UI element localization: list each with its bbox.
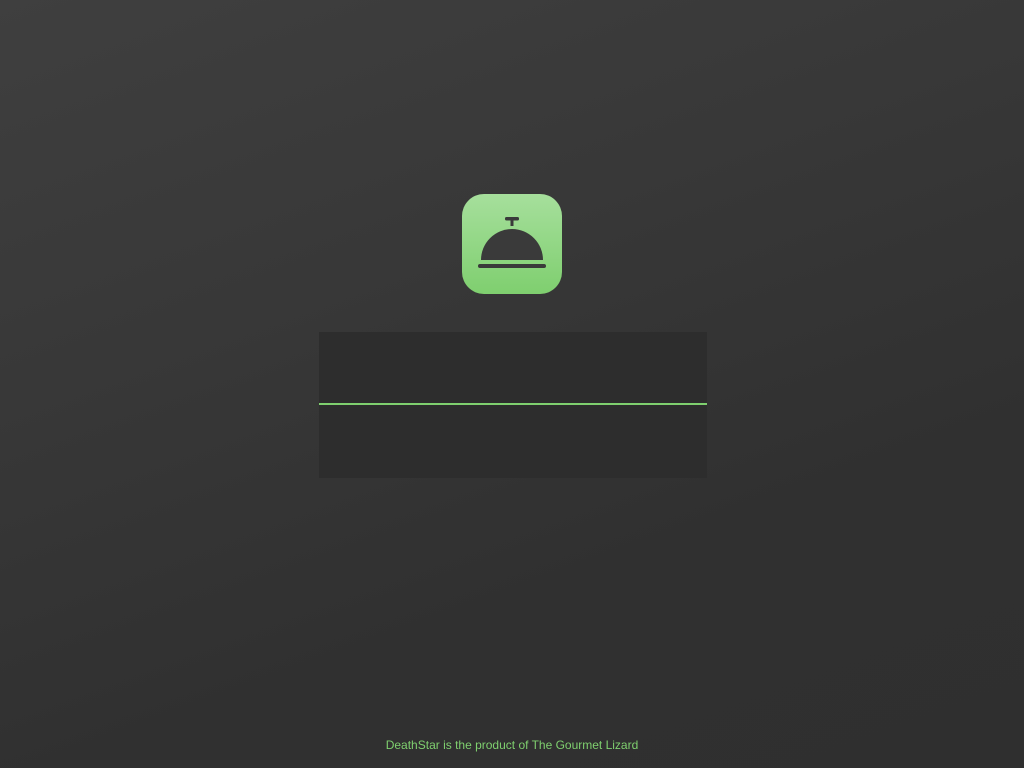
password-field[interactable] xyxy=(319,406,707,478)
login-form xyxy=(319,332,707,478)
field-divider xyxy=(319,403,707,405)
app-logo xyxy=(462,194,562,294)
footer-credit: DeathStar is the product of The Gourmet … xyxy=(385,738,639,752)
username-field[interactable] xyxy=(319,332,707,404)
service-bell-icon xyxy=(478,217,546,268)
